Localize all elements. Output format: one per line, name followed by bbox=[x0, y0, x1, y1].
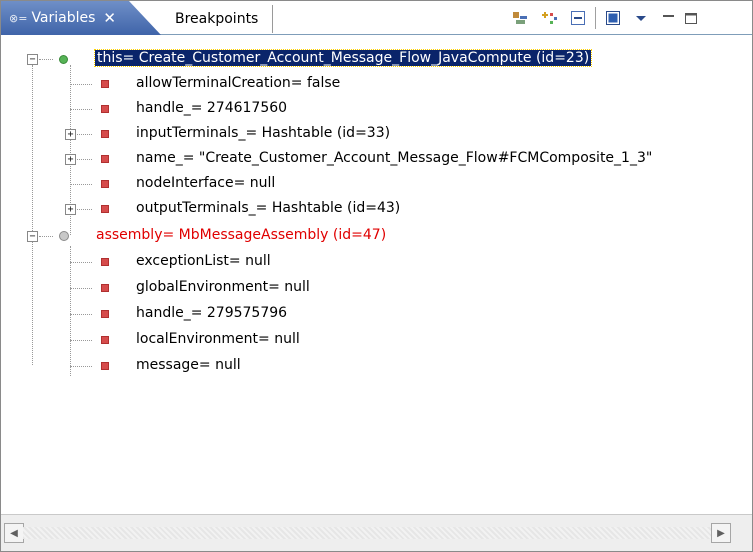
private-field-icon bbox=[101, 336, 109, 344]
private-field-icon bbox=[101, 362, 109, 370]
tree-row[interactable]: exceptionList= null bbox=[1, 250, 752, 275]
scroll-right-button[interactable]: ▶ bbox=[711, 523, 731, 543]
scroll-left-button[interactable]: ◀ bbox=[4, 523, 24, 543]
tree-node-label: handle_= 279575796 bbox=[136, 305, 288, 321]
toolbar-separator bbox=[595, 7, 596, 29]
expand-toggle[interactable]: + bbox=[65, 129, 76, 140]
tree-node-label: name_= "Create_Customer_Account_Message_… bbox=[136, 150, 653, 166]
show-type-names-button[interactable] bbox=[509, 7, 531, 29]
tree-node-label: nodeInterface= null bbox=[136, 175, 276, 191]
arrow-right-icon: ▶ bbox=[717, 527, 725, 539]
view-tab-bar: ⊗= Variables ✕ Breakpoints bbox=[1, 1, 752, 35]
layout-button[interactable] bbox=[602, 7, 624, 29]
tree-node-label: inputTerminals_= Hashtable (id=33) bbox=[136, 125, 391, 141]
tree-node-label: this= Create_Customer_Account_Message_Fl… bbox=[93, 49, 593, 67]
maximize-button[interactable] bbox=[680, 7, 702, 29]
tab-variables[interactable]: ⊗= Variables ✕ bbox=[1, 1, 161, 35]
expand-toggle[interactable]: + bbox=[65, 204, 76, 215]
collapse-toggle[interactable]: − bbox=[27, 54, 38, 65]
tree-row[interactable]: message= null bbox=[1, 354, 752, 379]
private-field-icon bbox=[101, 284, 109, 292]
private-field-icon bbox=[101, 80, 109, 88]
tree-row[interactable]: + inputTerminals_= Hashtable (id=33) bbox=[1, 122, 752, 147]
tree-row[interactable]: + outputTerminals_= Hashtable (id=43) bbox=[1, 197, 752, 222]
tree-node-label: message= null bbox=[136, 357, 241, 373]
object-node-icon bbox=[59, 55, 68, 64]
object-node-icon bbox=[59, 231, 69, 241]
maximize-icon bbox=[685, 13, 697, 24]
tab-variables-label: Variables bbox=[31, 10, 96, 26]
tab-breakpoints[interactable]: Breakpoints bbox=[167, 5, 273, 33]
scroll-track[interactable] bbox=[23, 527, 711, 539]
tree-row[interactable]: handle_= 279575796 bbox=[1, 302, 752, 327]
layout-icon bbox=[606, 11, 620, 25]
minimize-icon bbox=[663, 15, 674, 17]
logical-structure-icon bbox=[542, 12, 557, 24]
tree-node-label: globalEnvironment= null bbox=[136, 279, 310, 295]
private-field-icon bbox=[101, 258, 109, 266]
horizontal-scrollbar[interactable]: ◀ ▶ bbox=[1, 514, 752, 551]
private-field-icon bbox=[101, 310, 109, 318]
tree-row[interactable]: globalEnvironment= null bbox=[1, 276, 752, 301]
tree-row[interactable]: handle_= 274617560 bbox=[1, 97, 752, 122]
tree-row[interactable]: nodeInterface= null bbox=[1, 172, 752, 197]
close-tab-icon[interactable]: ✕ bbox=[103, 9, 116, 27]
private-field-icon bbox=[101, 180, 109, 188]
tree-node-label: allowTerminalCreation= false bbox=[136, 75, 341, 91]
tree-node-label: assembly= MbMessageAssembly (id=47) bbox=[96, 227, 387, 243]
collapse-all-icon bbox=[571, 11, 585, 25]
variables-tree: − this= Create_Customer_Account_Message_… bbox=[1, 36, 752, 514]
arrow-left-icon: ◀ bbox=[10, 527, 18, 539]
private-field-icon bbox=[101, 155, 109, 163]
expand-toggle[interactable]: + bbox=[65, 154, 76, 165]
private-field-icon bbox=[101, 205, 109, 213]
private-field-icon bbox=[101, 130, 109, 138]
tree-row[interactable]: − this= Create_Customer_Account_Message_… bbox=[1, 47, 752, 72]
show-logical-structure-button[interactable] bbox=[539, 7, 561, 29]
tree-node-label: exceptionList= null bbox=[136, 253, 271, 269]
tab-breakpoints-label: Breakpoints bbox=[175, 11, 259, 27]
chevron-down-icon bbox=[636, 16, 646, 21]
view-toolbar bbox=[509, 1, 702, 35]
tree-row[interactable]: + name_= "Create_Customer_Account_Messag… bbox=[1, 147, 752, 172]
tree-row[interactable]: allowTerminalCreation= false bbox=[1, 72, 752, 97]
variables-view-icon: ⊗= bbox=[9, 11, 28, 25]
minimize-button[interactable] bbox=[658, 7, 680, 29]
tree-node-label: outputTerminals_= Hashtable (id=43) bbox=[136, 200, 401, 216]
tree-row[interactable]: − assembly= MbMessageAssembly (id=47) bbox=[1, 224, 752, 249]
show-type-names-icon bbox=[513, 12, 527, 24]
view-menu-button[interactable] bbox=[630, 7, 652, 29]
collapse-toggle[interactable]: − bbox=[27, 231, 38, 242]
tree-node-label: localEnvironment= null bbox=[136, 331, 300, 347]
tree-row[interactable]: localEnvironment= null bbox=[1, 328, 752, 353]
collapse-all-button[interactable] bbox=[567, 7, 589, 29]
private-field-icon bbox=[101, 105, 109, 113]
tree-node-label: handle_= 274617560 bbox=[136, 100, 288, 116]
